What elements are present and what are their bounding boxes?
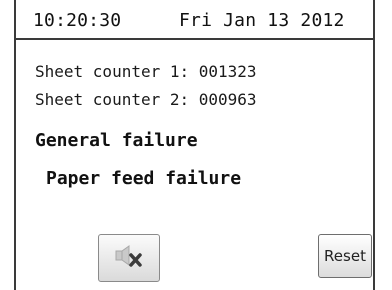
mute-button[interactable] [98,234,160,282]
frame-right-border [373,0,375,290]
status-screen: 10:20:30 Fri Jan 13 2012 Sheet counter 1… [0,0,392,290]
general-failure-message: General failure [35,130,198,151]
frame-left-border [14,0,16,290]
clock-date: Fri Jan 13 2012 [179,10,345,31]
sheet-counter-1: Sheet counter 1: 001323 [35,62,257,81]
status-header: 10:20:30 Fri Jan 13 2012 [16,0,373,40]
speaker-muted-icon [114,243,144,273]
clock-time: 10:20:30 [33,10,122,31]
sheet-counter-2: Sheet counter 2: 000963 [35,90,257,109]
reset-button[interactable]: Reset [318,234,372,278]
paper-feed-failure-message: Paper feed failure [46,168,242,189]
